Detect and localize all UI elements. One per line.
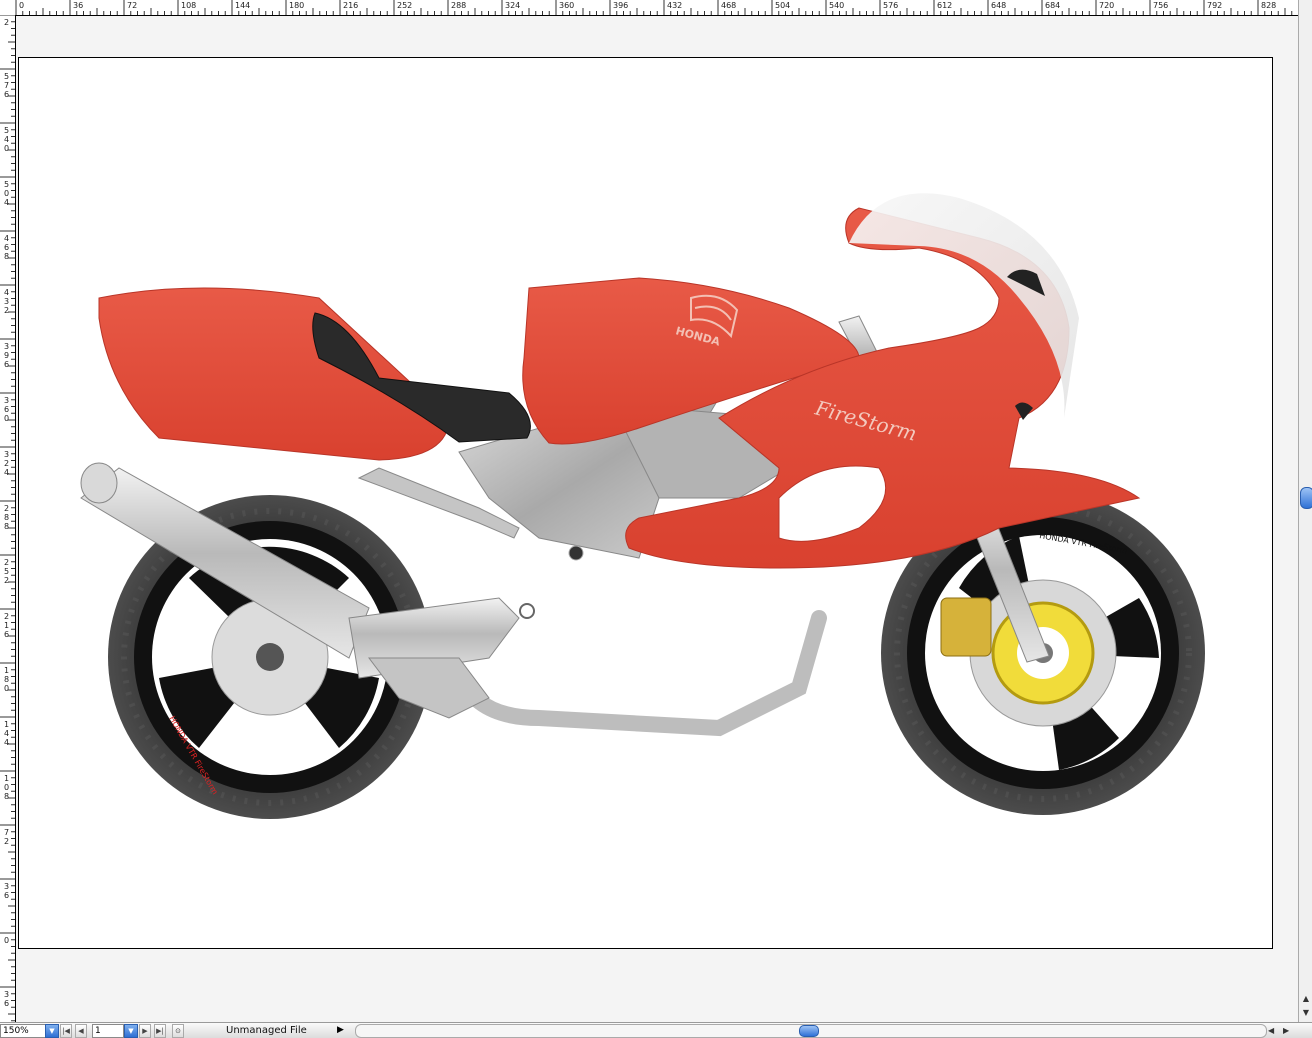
previous-artboard-icon[interactable]: ◀ — [75, 1024, 87, 1038]
top-ruler-label: 36 — [73, 1, 83, 10]
top-ruler-label: 612 — [937, 1, 952, 10]
top-ruler-label: 576 — [883, 1, 898, 10]
left-ruler-label: 468 — [4, 234, 9, 261]
horizontal-scrollbar[interactable] — [355, 1024, 1267, 1038]
top-ruler-label: 648 — [991, 1, 1006, 10]
left-ruler-label: 396 — [4, 342, 9, 369]
scroll-right-arrow-icon[interactable]: ▶ — [1283, 1024, 1289, 1037]
toggle-direct-selection-icon[interactable]: ⊙ — [172, 1024, 184, 1038]
artboard-number-field[interactable]: 1 — [92, 1024, 124, 1038]
left-ruler-label: 144 — [4, 720, 9, 747]
left-ruler-label: 2 — [4, 18, 9, 27]
canvas-pasteboard[interactable]: HONDA VTR FireStorm HONDA VTR FireStorm — [16, 16, 1298, 1022]
top-ruler-ticks: 0 36 72 108 144 180 216 252 288 324 360 396 432 468 50… — [15, 0, 1293, 15]
artboard-dropdown-icon[interactable]: ▼ — [124, 1024, 138, 1038]
top-ruler-label: 216 — [343, 1, 358, 10]
top-ruler-label: 324 — [505, 1, 520, 10]
top-ruler-label: 144 — [235, 1, 250, 10]
left-ruler-label: 180 — [4, 666, 9, 693]
left-ruler-label: 216 — [4, 612, 9, 639]
top-ruler-label: 540 — [829, 1, 844, 10]
left-ruler-label: 72 — [4, 828, 9, 846]
status-menu-arrow-icon[interactable]: ▶ — [337, 1024, 344, 1037]
next-artboard-icon[interactable]: ▶ — [139, 1024, 151, 1038]
top-ruler-label: 360 — [559, 1, 574, 10]
left-ruler-label: 0 — [4, 936, 9, 945]
left-ruler-label: 360 — [4, 396, 9, 423]
artboard[interactable]: HONDA VTR FireStorm HONDA VTR FireStorm — [18, 57, 1273, 949]
left-ruler-label: 432 — [4, 288, 9, 315]
top-ruler-label: 684 — [1045, 1, 1060, 10]
left-ruler-label: 324 — [4, 450, 9, 477]
top-ruler-label: 756 — [1153, 1, 1168, 10]
exhaust-downpipe — [453, 610, 827, 737]
left-ruler-label: 252 — [4, 558, 9, 585]
vertical-scrollbar[interactable]: ▲ ▼ — [1298, 0, 1312, 1022]
top-ruler-label: 180 — [289, 1, 304, 10]
scroll-up-arrow-icon[interactable]: ▲ — [1301, 994, 1311, 1004]
left-ruler[interactable]: 2576540504468432396360324288252216180144… — [0, 15, 16, 1022]
file-status-label: Unmanaged File — [226, 1025, 307, 1036]
left-ruler-ticks: 25 7 65 4 05 0 44 6 84 3 23 9 63 6 03 2 42 8 82 5 22 1 61 8 01 4 4… — [0, 15, 15, 1022]
left-ruler-label: 504 — [4, 180, 9, 207]
left-ruler-label: 576 — [4, 72, 9, 99]
top-ruler-label: 792 — [1207, 1, 1222, 10]
top-ruler-label: 468 — [721, 1, 736, 10]
front-brake-caliper — [940, 597, 992, 657]
top-ruler-label: 252 — [397, 1, 412, 10]
top-ruler-label: 108 — [181, 1, 196, 10]
scroll-left-arrow-icon[interactable]: ◀ — [1268, 1024, 1274, 1037]
vertical-scroll-thumb[interactable] — [1300, 487, 1312, 509]
left-ruler-label: 36 — [4, 882, 9, 900]
scroll-down-arrow-icon[interactable]: ▼ — [1301, 1008, 1311, 1018]
motorcycle-illustration[interactable]: HONDA VTR FireStorm HONDA VTR FireStorm — [19, 58, 1272, 948]
left-ruler-label: 288 — [4, 504, 9, 531]
status-bar: 150% ▼ |◀ ◀ 1 ▼ ▶ ▶| ⊙ Unmanaged File ▶ … — [0, 1022, 1312, 1038]
top-ruler-label: 396 — [613, 1, 628, 10]
left-ruler-label: 108 — [4, 774, 9, 801]
top-ruler-label: 72 — [127, 1, 137, 10]
top-ruler-label: 504 — [775, 1, 790, 10]
tail-fairing — [98, 287, 450, 461]
top-ruler[interactable]: 0 36 72 108 144 180 216 252 288 324 360 396 432 468 50… — [0, 0, 1298, 16]
horizontal-scroll-thumb[interactable] — [799, 1025, 819, 1037]
zoom-dropdown-icon[interactable]: ▼ — [45, 1024, 59, 1038]
left-ruler-label: 540 — [4, 126, 9, 153]
zoom-field[interactable]: 150% — [0, 1024, 46, 1038]
top-ruler-label: 0 — [19, 1, 24, 10]
top-ruler-label: 720 — [1099, 1, 1114, 10]
top-ruler-label: 828 — [1261, 1, 1276, 10]
top-ruler-label: 432 — [667, 1, 682, 10]
first-artboard-icon[interactable]: |◀ — [60, 1024, 72, 1038]
left-ruler-label: 36 — [4, 990, 9, 1008]
last-artboard-icon[interactable]: ▶| — [154, 1024, 166, 1038]
top-ruler-label: 288 — [451, 1, 466, 10]
